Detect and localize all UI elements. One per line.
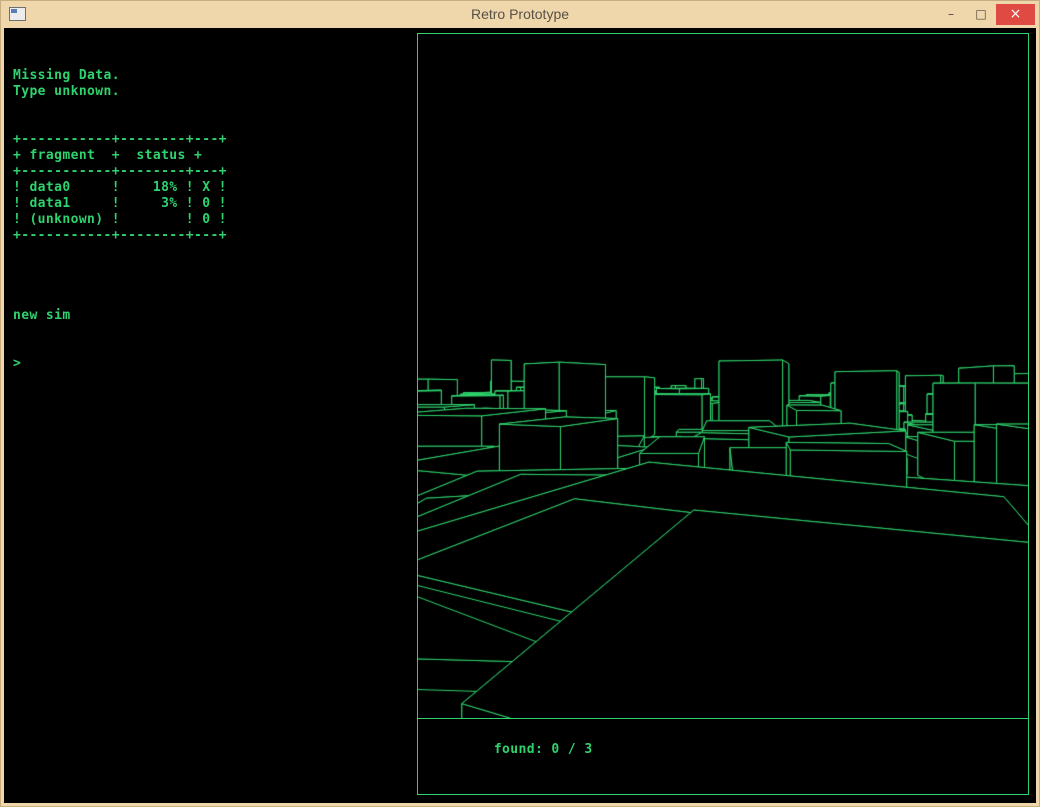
window-title: Retro Prototype (0, 6, 1040, 22)
title-bar[interactable]: Retro Prototype – □ × (0, 0, 1040, 28)
app-window: Retro Prototype – □ × Missing Data. Type… (0, 0, 1040, 807)
fragment-status-table: +-----------+--------+---+ + fragment + … (13, 132, 227, 244)
close-icon: × (1010, 6, 1022, 22)
maximize-button[interactable]: □ (966, 4, 996, 25)
status-bar: found: 0 / 3 (418, 718, 1028, 794)
content-area: Missing Data. Type unknown. +-----------… (4, 28, 1036, 803)
found-counter: found: 0 / 3 (494, 742, 593, 757)
close-button[interactable]: × (996, 4, 1035, 25)
wireframe-viewport[interactable] (418, 34, 1028, 718)
command-label[interactable]: new sim (13, 308, 227, 324)
minimize-icon: – (948, 7, 954, 21)
simulation-panel: found: 0 / 3 (417, 33, 1029, 795)
minimize-button[interactable]: – (936, 4, 966, 25)
window-controls: – □ × (936, 0, 1040, 28)
terminal-output: Missing Data. Type unknown. +-----------… (13, 36, 227, 404)
app-icon (9, 7, 26, 21)
terminal-prompt[interactable]: > (13, 356, 227, 372)
terminal-message: Missing Data. Type unknown. (13, 68, 227, 100)
maximize-icon: □ (975, 7, 986, 21)
wireframe-canvas[interactable] (418, 34, 1028, 718)
